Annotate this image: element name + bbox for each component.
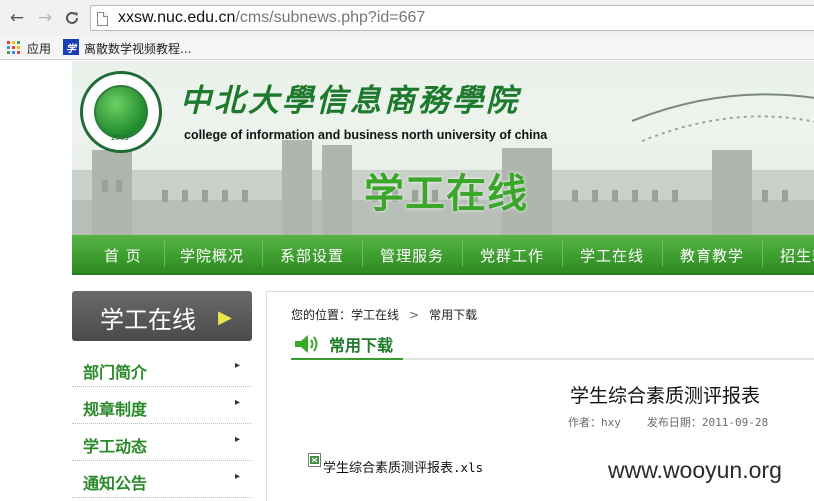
url-text[interactable]: xxsw.nuc.edu.cn/cms/subnews.php?id=667 xyxy=(118,9,425,27)
address-bar[interactable]: xxsw.nuc.edu.cn/cms/subnews.php?id=667 xyxy=(90,5,814,31)
nav-divider xyxy=(562,241,563,267)
bookmark-discrete-math[interactable]: 离散数学视频教程... xyxy=(84,40,191,57)
sidebar-item-notices[interactable]: 通知公告 ▸ xyxy=(72,461,252,498)
nav-item-departments[interactable]: 系部设置 xyxy=(280,245,344,266)
breadcrumb-section-link[interactable]: 学工在线 xyxy=(351,308,399,322)
nav-item-student-affairs[interactable]: 学工在线 xyxy=(580,245,644,266)
web-page: 2003 中北大學信息商務學院 college of information a… xyxy=(0,61,814,501)
nav-item-about[interactable]: 学院概况 xyxy=(180,245,244,266)
sidebar-item-regulations[interactable]: 规章制度 ▸ xyxy=(72,387,252,424)
sidebar-item-label: 规章制度 xyxy=(83,400,148,419)
sidebar-item-dept-intro[interactable]: 部门简介 ▸ xyxy=(72,350,252,387)
watermark: www.wooyun.org xyxy=(608,457,782,483)
excel-file-icon xyxy=(308,453,321,467)
chevron-right-icon: ▸ xyxy=(234,434,240,445)
category-divider-accent xyxy=(291,358,403,360)
bookmark-favicon: 学 xyxy=(63,39,79,55)
date-value: 2011-09-28 xyxy=(701,416,769,429)
chevron-right-icon: ▸ xyxy=(234,471,240,482)
nav-item-party[interactable]: 党群工作 xyxy=(480,245,544,266)
sidebar-item-label: 通知公告 xyxy=(83,474,148,493)
nav-divider xyxy=(164,241,165,267)
reload-button[interactable] xyxy=(63,9,81,27)
forward-button[interactable]: → xyxy=(36,8,54,28)
banner-section-title: 学工在线 xyxy=(364,171,528,217)
page-icon xyxy=(97,12,108,26)
arrow-left-icon: ← xyxy=(9,8,25,28)
chevron-right-icon: ▸ xyxy=(234,360,240,371)
arrow-right-icon: → xyxy=(37,8,53,28)
breadcrumb-separator: > xyxy=(409,308,420,322)
sidebar-header: 学工在线 ▶ xyxy=(72,291,252,341)
date-label: 发布日期： xyxy=(646,416,702,429)
nav-divider xyxy=(362,241,363,267)
back-button[interactable]: ← xyxy=(8,8,26,28)
nav-item-management[interactable]: 管理服务 xyxy=(380,245,444,266)
nav-item-home[interactable]: 首 页 xyxy=(104,245,142,266)
sidebar-title: 学工在线 xyxy=(100,306,196,334)
reload-icon xyxy=(66,11,78,24)
bookmarks-bar: 应用 学 离散数学视频教程... xyxy=(0,36,814,60)
nav-item-education[interactable]: 教育教学 xyxy=(680,245,744,266)
breadcrumb-current[interactable]: 常用下载 xyxy=(429,308,477,322)
sidebar-item-label: 部门简介 xyxy=(83,363,148,382)
header-banner: 2003 中北大學信息商務學院 college of information a… xyxy=(72,61,814,235)
bookmark-apps[interactable]: 应用 xyxy=(27,40,51,57)
author-label: 作者： xyxy=(568,416,601,429)
breadcrumb: 您的位置：学工在线 > 常用下载 xyxy=(291,306,477,323)
chevron-right-icon: ▸ xyxy=(234,397,240,408)
sidebar-item-news[interactable]: 学工动态 ▸ xyxy=(72,424,252,461)
browser-toolbar: ← → xxsw.nuc.edu.cn/cms/subnews.php?id=6… xyxy=(0,0,814,36)
nav-item-admissions[interactable]: 招生就 xyxy=(780,245,814,266)
speaker-icon xyxy=(295,335,318,353)
url-host: xxsw.nuc.edu.cn xyxy=(118,9,236,26)
author-value: hxy xyxy=(601,416,621,429)
url-path: /cms/subnews.php?id=667 xyxy=(235,9,426,26)
attachment-link[interactable]: 学生综合素质测评报表.xls xyxy=(323,457,483,476)
breadcrumb-prefix: 您的位置： xyxy=(291,308,352,322)
article-meta: 作者：hxy 发布日期：2011-09-28 xyxy=(568,414,768,430)
article-title: 学生综合素质测评报表 xyxy=(570,385,761,407)
nav-divider xyxy=(662,241,663,267)
nav-divider xyxy=(462,241,463,267)
school-name-cn: 中北大學信息商務學院 xyxy=(180,83,520,119)
sidebar-item-label: 学工动态 xyxy=(83,437,148,456)
nav-divider xyxy=(262,241,263,267)
school-name-en: college of information and business nort… xyxy=(184,128,548,142)
nav-divider xyxy=(762,241,763,267)
main-nav: 首 页 学院概况 系部设置 管理服务 党群工作 学工在线 教育教学 招生就 xyxy=(72,235,814,275)
logo-year: 2003 xyxy=(111,134,129,142)
logo-emblem xyxy=(94,85,148,139)
attachment-ext: .xls xyxy=(453,460,484,475)
play-arrow-icon: ▶ xyxy=(218,307,232,328)
school-logo: 2003 xyxy=(80,71,162,153)
apps-grid-icon[interactable] xyxy=(7,41,20,54)
category-title: 常用下载 xyxy=(329,336,394,355)
decorative-swoosh xyxy=(632,93,814,142)
attachment-name: 学生综合素质测评报表 xyxy=(323,461,454,476)
